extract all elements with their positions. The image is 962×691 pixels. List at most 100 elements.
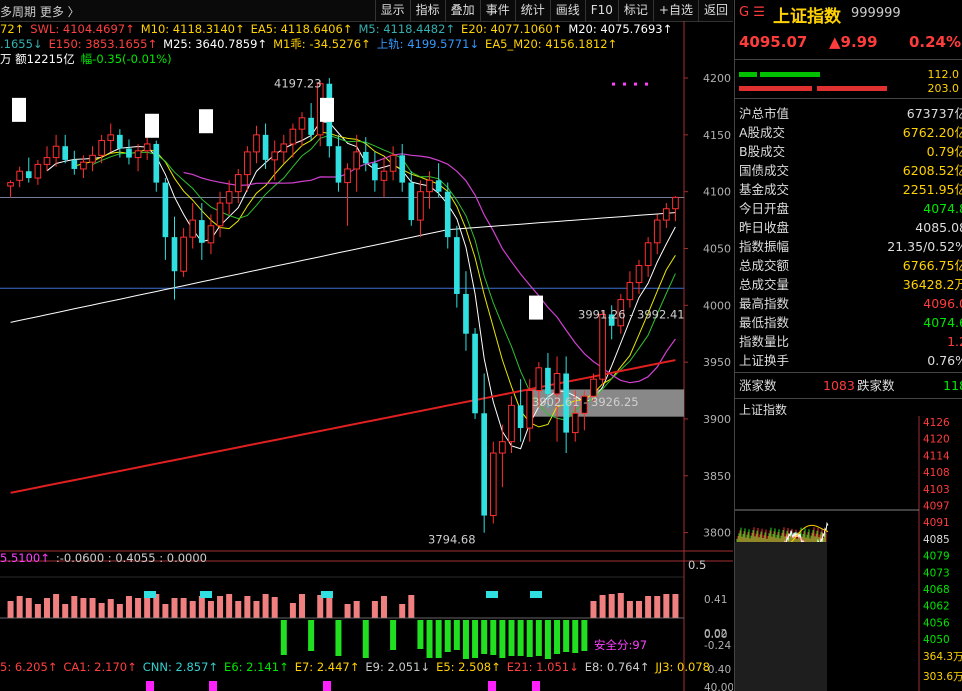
- sub-bar-positive: [16, 596, 23, 618]
- code-mark: G ☰: [739, 5, 765, 20]
- sub-bar-positive: [198, 596, 205, 618]
- sub-axis-label: -0.24: [704, 640, 731, 652]
- sub-bar-positive: [217, 596, 224, 618]
- candle-body: [417, 191, 424, 221]
- toolbar-button-7[interactable]: 标记: [617, 0, 653, 21]
- sub-bar-negative: [472, 620, 479, 658]
- sub-indicator-footer: 5: 6.205↑ CA1: 2.170↑ CNN: 2.857↑ E6: 2.141…: [0, 660, 716, 674]
- stat-label: 总成交额: [739, 258, 790, 273]
- mini-axis-label: 4079: [923, 551, 950, 563]
- toolbar-button-8[interactable]: +自选: [652, 0, 698, 21]
- sub-bar-negative: [526, 620, 533, 657]
- code-marker[interactable]: G ☰: [739, 5, 765, 20]
- intraday-mini-chart[interactable]: 4126 4120 4114 4108 4103 4097 4091 4085 4079 4073…: [735, 416, 962, 691]
- stat-label: 基金成交: [739, 182, 790, 197]
- price-axis-label: 4150: [703, 129, 731, 142]
- price-axis-label: 3800: [703, 527, 731, 540]
- candle-body: [335, 146, 342, 183]
- candle-body: [153, 143, 160, 183]
- sub-right-label: 0.5: [688, 558, 706, 572]
- up-value: 1083: [823, 378, 855, 393]
- magenta-dot: [645, 82, 648, 86]
- sub-bar-positive: [289, 603, 296, 618]
- candle-body: [7, 182, 14, 187]
- candle-body: [80, 161, 87, 170]
- bottom-marker: [488, 681, 496, 691]
- candle-body: [672, 196, 679, 210]
- sub-bar-positive: [299, 594, 306, 618]
- sub-bar-positive: [599, 595, 606, 618]
- sub-bar-negative: [417, 620, 424, 649]
- sub-marker: [144, 591, 156, 598]
- candle-body: [262, 134, 269, 160]
- divider: [735, 398, 962, 399]
- stat-row: 基金成交 2251.95亿: [739, 180, 962, 199]
- toolbar-button-2[interactable]: 叠加: [444, 0, 480, 21]
- sub-footer-item-3: E6: 2.141↑: [224, 660, 289, 674]
- sub-bar-positive: [380, 596, 387, 618]
- toolbar-button-3[interactable]: 事件: [479, 0, 515, 21]
- candle-body: [663, 208, 670, 221]
- sub-bar-negative: [490, 620, 497, 655]
- sub-bar-positive: [636, 601, 643, 618]
- sub-header-item-1: :-0.0600 : 0.4055 : 0.0000: [55, 551, 207, 565]
- sub-bar-negative: [508, 620, 515, 656]
- sub-bar-positive: [590, 601, 597, 618]
- sub-bar-negative: [308, 620, 315, 651]
- price-axis-label: 4100: [703, 186, 731, 199]
- sub-bar-positive: [135, 598, 142, 618]
- price-axis-label: 4000: [703, 299, 731, 312]
- magenta-dot: [612, 82, 615, 86]
- sub-axis-label: 0.41: [704, 594, 727, 606]
- price-axis-label: 4200: [703, 72, 731, 85]
- stat-value: 6208.52亿: [902, 163, 962, 178]
- safety-label: 安全分:97: [594, 638, 647, 652]
- sub-bar-positive: [317, 595, 324, 618]
- stat-row: 沪总市值 673737亿: [739, 104, 962, 123]
- bottom-marker: [209, 681, 217, 691]
- candle-body: [126, 148, 132, 158]
- candle-body: [189, 219, 197, 238]
- period-menu[interactable]: 多周期 更多 〉: [0, 3, 80, 20]
- toolbar-buttons: 显示 指标 叠加 事件 统计 画线 F10 标记 +自选 返回: [374, 0, 733, 21]
- candle-body: [499, 441, 506, 454]
- stat-row: 上证换手 0.76%: [739, 351, 962, 370]
- sub-indicator-header: 5.5100↑:-0.0600 : 0.4055 : 0.0000: [0, 551, 213, 565]
- candle-body: [644, 242, 652, 267]
- candle-body: [298, 117, 306, 130]
- sub-marker: [530, 591, 542, 598]
- mini-axis-label: 4126: [923, 417, 950, 429]
- toolbar-button-6[interactable]: F10: [584, 0, 618, 21]
- ma60-line: [10, 212, 676, 323]
- sub-bar-positive: [116, 604, 123, 618]
- toolbar-button-4[interactable]: 统计: [514, 0, 550, 21]
- kline-chart[interactable]: 4200 4150 4100 4050 4000 3950 3900 3850 3800 4197…: [0, 21, 733, 691]
- sub-marker: [200, 591, 212, 598]
- divider: [735, 59, 962, 60]
- sub-bar-positive: [344, 604, 351, 618]
- candle-body: [207, 225, 215, 244]
- stat-value: 4096.0: [923, 296, 962, 311]
- candle-body: [599, 313, 606, 380]
- bar-seg: [739, 72, 757, 77]
- mini-axis-label: 303.6万: [923, 671, 962, 683]
- toolbar-button-9[interactable]: 返回: [697, 0, 733, 21]
- stat-row: 总成交额 6766.75亿: [739, 256, 962, 275]
- sub-bar-positive: [162, 604, 169, 618]
- stat-value: 2251.95亿: [902, 182, 962, 197]
- stat-value: 4074.6: [923, 315, 962, 330]
- sub-bar-positive: [71, 596, 78, 618]
- mini-axis-label: 4068: [923, 584, 950, 596]
- toolbar-button-5[interactable]: 画线: [549, 0, 585, 21]
- candle-body: [463, 293, 469, 334]
- toolbar-button-1[interactable]: 指标: [409, 0, 445, 21]
- top-toolbar: 多周期 更多 〉 显示 指标 叠加 事件 统计 画线 F10 标记 +自选 返回: [0, 0, 733, 22]
- candle-body: [626, 282, 634, 301]
- sub-bar-negative: [444, 620, 451, 652]
- mini-volume-area: [735, 542, 827, 691]
- candle-body: [143, 143, 151, 152]
- high-label: 4197.23: [274, 76, 322, 90]
- toolbar-button-0[interactable]: 显示: [374, 0, 410, 21]
- stat-label: 总成交量: [739, 277, 790, 292]
- candle-body: [34, 163, 42, 179]
